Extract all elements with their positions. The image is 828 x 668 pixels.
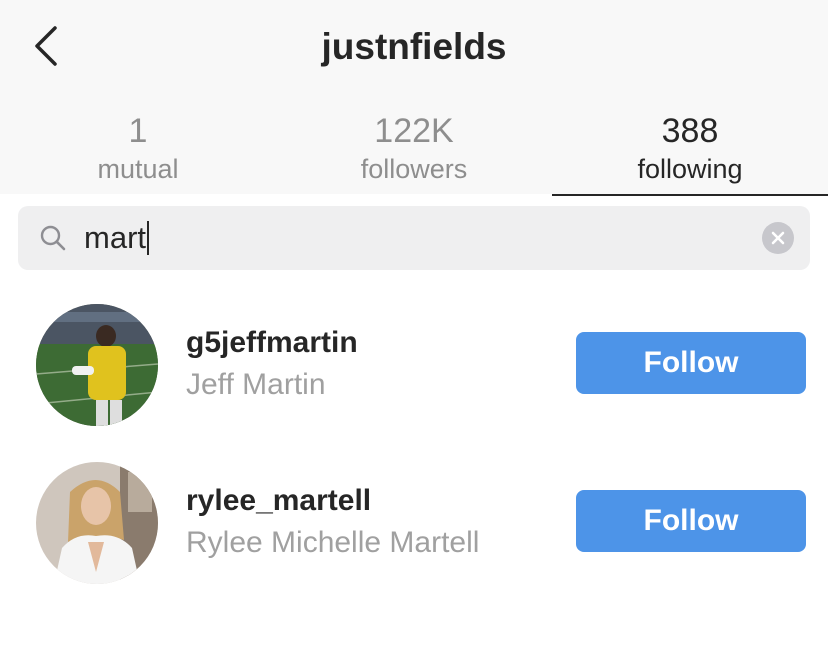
tab-mutual[interactable]: 1 mutual: [0, 108, 276, 194]
text-caret: [147, 221, 149, 255]
follow-button[interactable]: Follow: [576, 332, 806, 394]
username[interactable]: g5jeffmartin: [186, 326, 358, 360]
search-bar[interactable]: mart: [18, 206, 810, 270]
avatar[interactable]: [36, 462, 158, 584]
full-name: Rylee Michelle Martell: [186, 526, 480, 559]
avatar[interactable]: [36, 304, 158, 426]
tab-label: following: [637, 154, 743, 184]
username[interactable]: rylee_martell: [186, 484, 371, 518]
search-icon: [38, 223, 68, 253]
tab-count: 1: [128, 112, 148, 150]
list-item[interactable]: rylee_martell Rylee Michelle Martell Fol…: [0, 462, 828, 588]
list-item[interactable]: g5jeffmartin Jeff Martin Follow: [0, 304, 828, 430]
tab-count: 388: [661, 112, 719, 150]
tab-followers[interactable]: 122K followers: [276, 108, 552, 194]
clear-search-button[interactable]: [762, 222, 794, 254]
page-title: justnfields: [321, 26, 507, 67]
tab-following[interactable]: 388 following: [552, 108, 828, 196]
search-input[interactable]: mart: [84, 220, 762, 256]
app-screen: justnfields 1 mutual 122K followers 388 …: [0, 0, 828, 668]
profile-header: justnfields 1 mutual 122K followers 388 …: [0, 0, 828, 196]
tab-label: followers: [360, 154, 468, 184]
search-text: mart: [84, 220, 146, 255]
tab-bar: 1 mutual 122K followers 388 following: [0, 108, 828, 196]
clear-icon: [771, 231, 785, 245]
tab-count: 122K: [374, 112, 454, 150]
follow-button[interactable]: Follow: [576, 490, 806, 552]
tab-label: mutual: [97, 154, 179, 184]
full-name: Jeff Martin: [186, 368, 326, 401]
